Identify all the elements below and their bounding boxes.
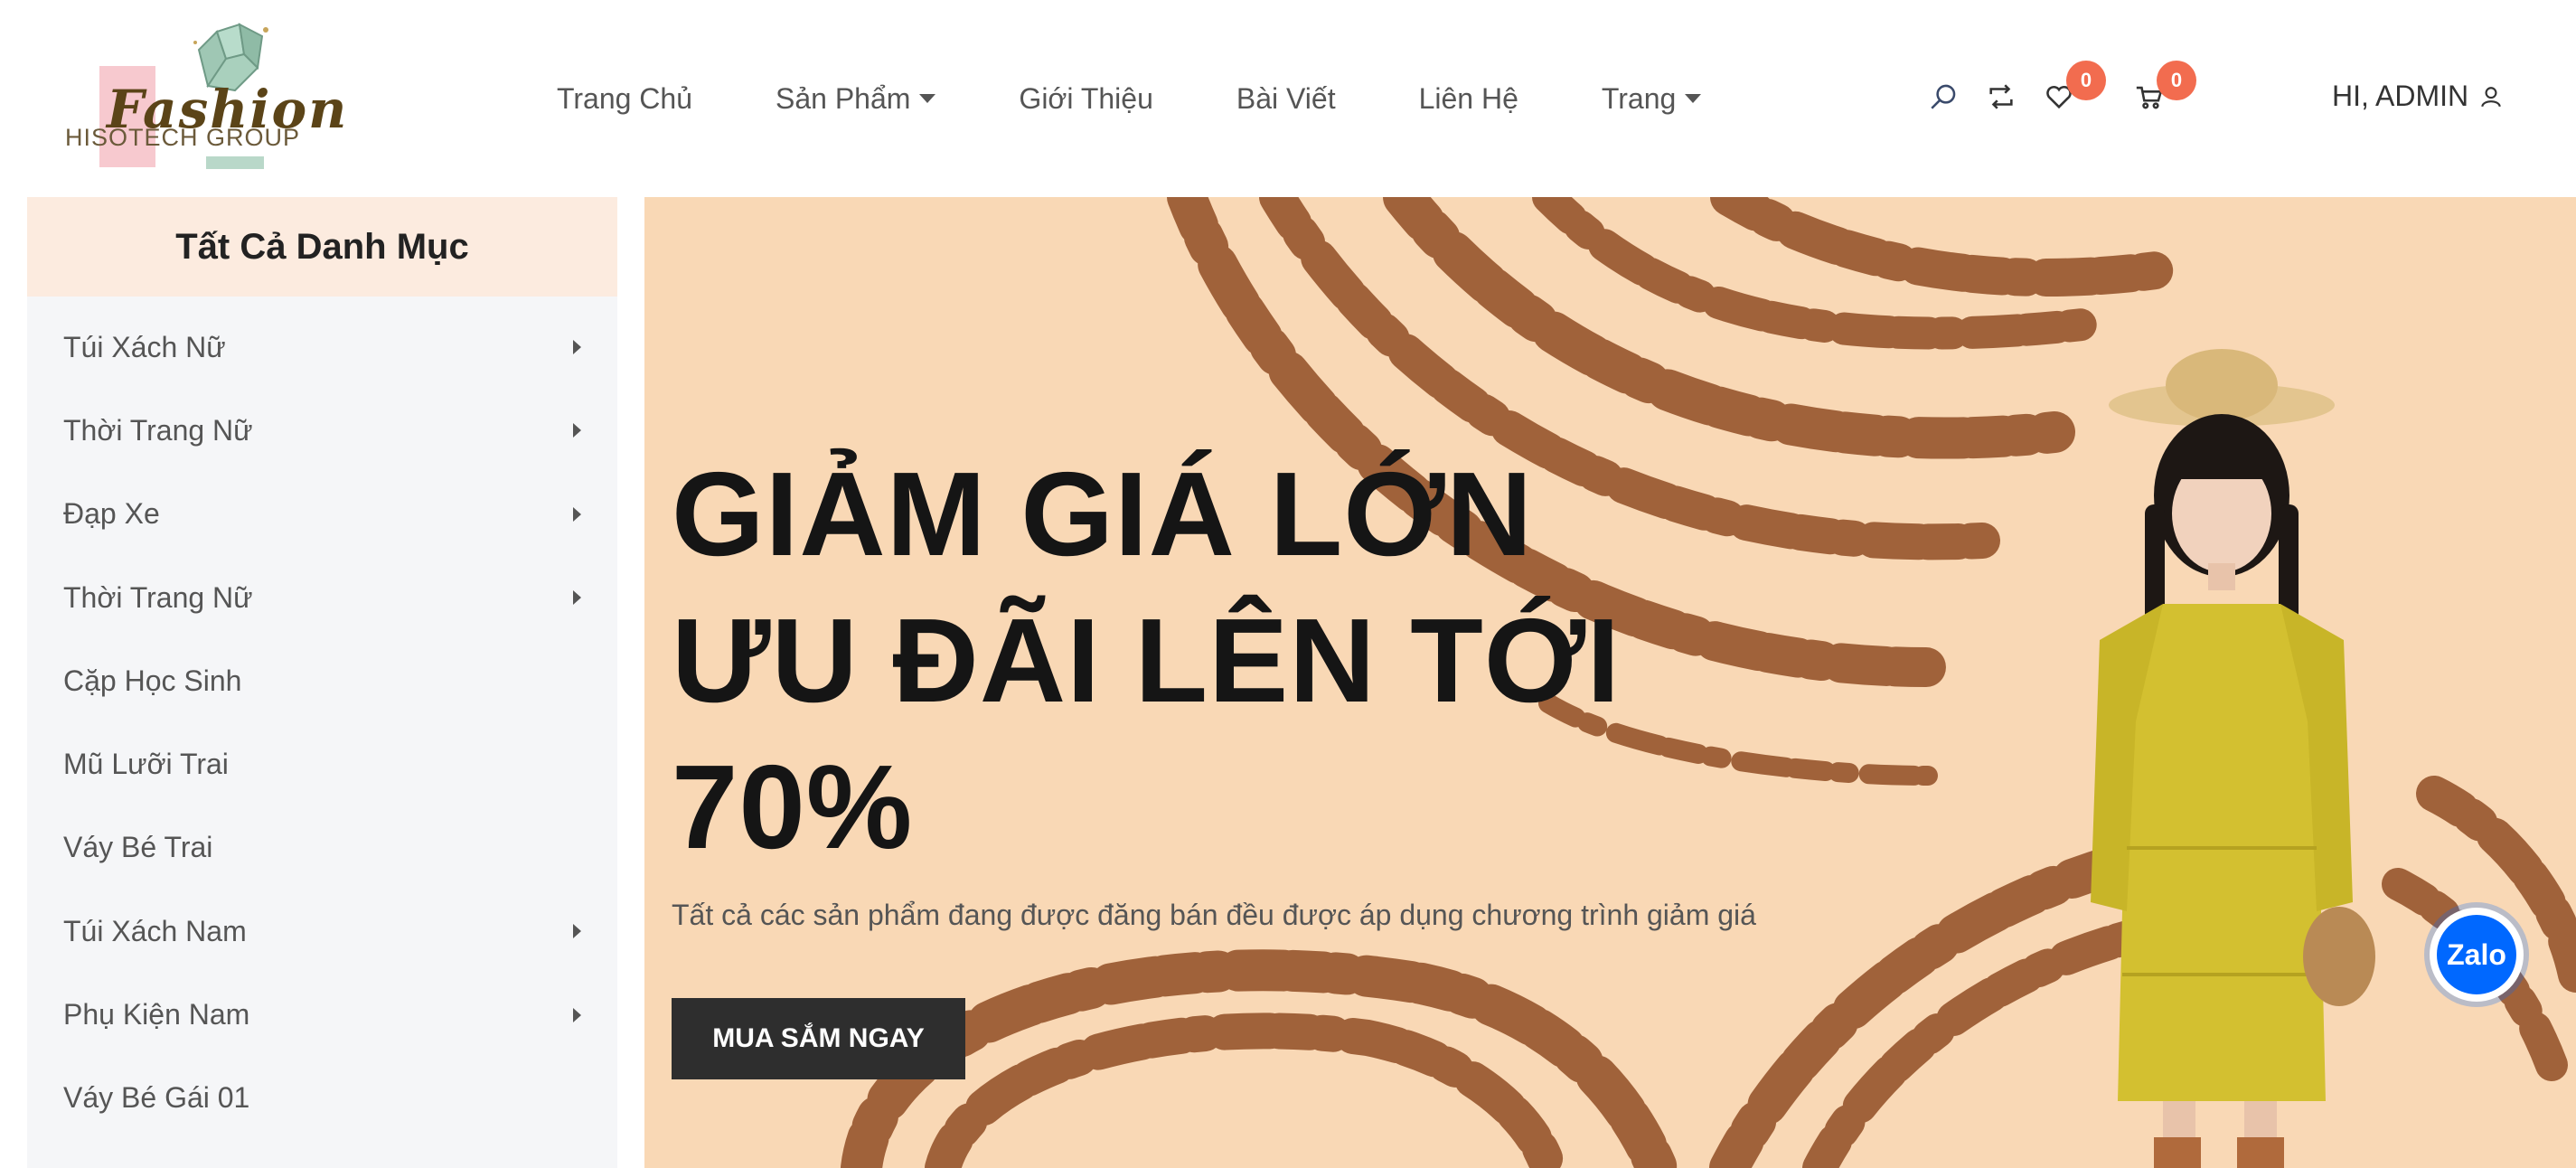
shop-now-button[interactable]: MUA SẮM NGAY bbox=[672, 998, 965, 1079]
cart-button[interactable]: 0 bbox=[2131, 61, 2196, 115]
search-button[interactable] bbox=[1925, 79, 1961, 115]
compare-icon bbox=[1989, 84, 2013, 109]
caret-down-icon bbox=[1685, 94, 1702, 103]
wishlist-button[interactable]: 0 bbox=[2041, 61, 2106, 115]
account-link[interactable]: HI, ADMIN bbox=[2332, 80, 2503, 113]
page: Fashion HISOTECH GROUP Trang Chủ Sản Phẩ… bbox=[0, 0, 2576, 1168]
category-item-vay-be-trai[interactable]: Váy Bé Trai bbox=[27, 806, 617, 890]
account-greeting: HI, ADMIN bbox=[2332, 80, 2469, 112]
search-icon bbox=[1931, 84, 1956, 109]
zalo-label: Zalo bbox=[2447, 937, 2506, 971]
nav-label: Bài Viết bbox=[1236, 81, 1336, 115]
category-item-phu-kien-nam[interactable]: Phụ Kiện Nam bbox=[27, 973, 617, 1056]
zalo-icon: Zalo bbox=[2437, 915, 2516, 994]
caret-down-icon bbox=[919, 94, 936, 103]
category-label: Váy Bé Trai bbox=[63, 831, 213, 864]
nav-label: Sản Phẩm bbox=[776, 81, 911, 115]
category-item-cap-hoc-sinh[interactable]: Cặp Học Sinh bbox=[27, 639, 617, 722]
category-sidebar: Tất Cả Danh Mục Túi Xách Nữ Thời Trang N… bbox=[27, 197, 617, 1168]
category-label: Túi Xách Nữ bbox=[63, 330, 226, 363]
chevron-right-icon bbox=[573, 590, 581, 606]
category-item-thoi-trang-nu-2[interactable]: Thời Trang Nữ bbox=[27, 556, 617, 639]
header-tools: 0 0 bbox=[1925, 61, 2196, 119]
chevron-right-icon bbox=[573, 340, 581, 355]
user-icon bbox=[2481, 86, 2501, 107]
cart-count-badge: 0 bbox=[2157, 61, 2196, 100]
nav-label: Giới Thiệu bbox=[1019, 81, 1153, 115]
logo-green-block bbox=[206, 156, 264, 169]
zalo-chat-button[interactable]: Zalo bbox=[2430, 908, 2524, 1002]
brand-logo[interactable]: Fashion HISOTECH GROUP bbox=[63, 23, 346, 176]
nav-item-home[interactable]: Trang Chủ bbox=[557, 82, 692, 116]
wishlist-count-badge: 0 bbox=[2066, 61, 2106, 100]
nav-item-blog[interactable]: Bài Viết bbox=[1236, 82, 1336, 116]
category-item-thoi-trang-nu[interactable]: Thời Trang Nữ bbox=[27, 389, 617, 472]
chevron-right-icon bbox=[573, 423, 581, 438]
nav-item-contact[interactable]: Liên Hệ bbox=[1419, 82, 1518, 116]
site-header: Fashion HISOTECH GROUP Trang Chủ Sản Phẩ… bbox=[0, 0, 2576, 197]
nav-item-about[interactable]: Giới Thiệu bbox=[1019, 82, 1152, 116]
hero-banner[interactable]: GIẢM GIÁ LỚN ƯU ĐÃI LÊN TỚI 70% Tất cả c… bbox=[644, 197, 2576, 1168]
category-item-vay-be-gai-01[interactable]: Váy Bé Gái 01 bbox=[27, 1057, 617, 1140]
category-label: Cặp Học Sinh bbox=[63, 664, 242, 697]
category-label: Túi Xách Nam bbox=[63, 914, 247, 947]
category-item-dap-xe[interactable]: Đạp Xe bbox=[27, 473, 617, 556]
nav-item-products[interactable]: Sản Phẩm bbox=[776, 81, 936, 116]
nav-item-pages[interactable]: Trang bbox=[1601, 81, 1702, 116]
category-item-tui-xach-nu[interactable]: Túi Xách Nữ bbox=[27, 306, 617, 389]
hero-headline-line-2: ƯU ĐÃI LÊN TỚI bbox=[672, 594, 1622, 727]
nav-label: Trang bbox=[1601, 81, 1677, 115]
compare-button[interactable] bbox=[1983, 79, 2019, 115]
category-item-mu-luoi-trai[interactable]: Mũ Lưỡi Trai bbox=[27, 722, 617, 805]
logo-group-text: HISOTECH GROUP bbox=[65, 124, 301, 151]
nav-label: Trang Chủ bbox=[557, 81, 692, 115]
chevron-right-icon bbox=[573, 1007, 581, 1022]
chevron-right-icon bbox=[573, 924, 581, 939]
sidebar-title: Tất Cả Danh Mục bbox=[27, 197, 617, 297]
category-label: Đạp Xe bbox=[63, 497, 160, 531]
category-item-tui-xach-nam[interactable]: Túi Xách Nam bbox=[27, 890, 617, 973]
hero-headline-line-3: 70% bbox=[672, 740, 914, 873]
category-list: Túi Xách Nữ Thời Trang Nữ Đạp Xe Thời Tr… bbox=[27, 297, 617, 1140]
category-label: Thời Trang Nữ bbox=[63, 413, 253, 447]
hero-headline: GIẢM GIÁ LỚN ƯU ĐÃI LÊN TỚI 70% bbox=[672, 441, 1621, 881]
category-label: Váy Bé Gái 01 bbox=[63, 1081, 250, 1115]
hero-headline-line-1: GIẢM GIÁ LỚN bbox=[672, 447, 1534, 580]
category-label: Phụ Kiện Nam bbox=[63, 998, 250, 1031]
hero-subtitle: Tất cả các sản phẩm đang được đăng bán đ… bbox=[672, 899, 1756, 931]
category-label: Mũ Lưỡi Trai bbox=[63, 748, 229, 781]
chevron-right-icon bbox=[573, 506, 581, 522]
nav-label: Liên Hệ bbox=[1418, 81, 1518, 115]
main-nav: Trang Chủ Sản Phẩm Giới Thiệu Bài Viết L… bbox=[557, 76, 1784, 121]
hero-model-image bbox=[2091, 349, 2375, 1168]
category-label: Thời Trang Nữ bbox=[63, 580, 253, 614]
